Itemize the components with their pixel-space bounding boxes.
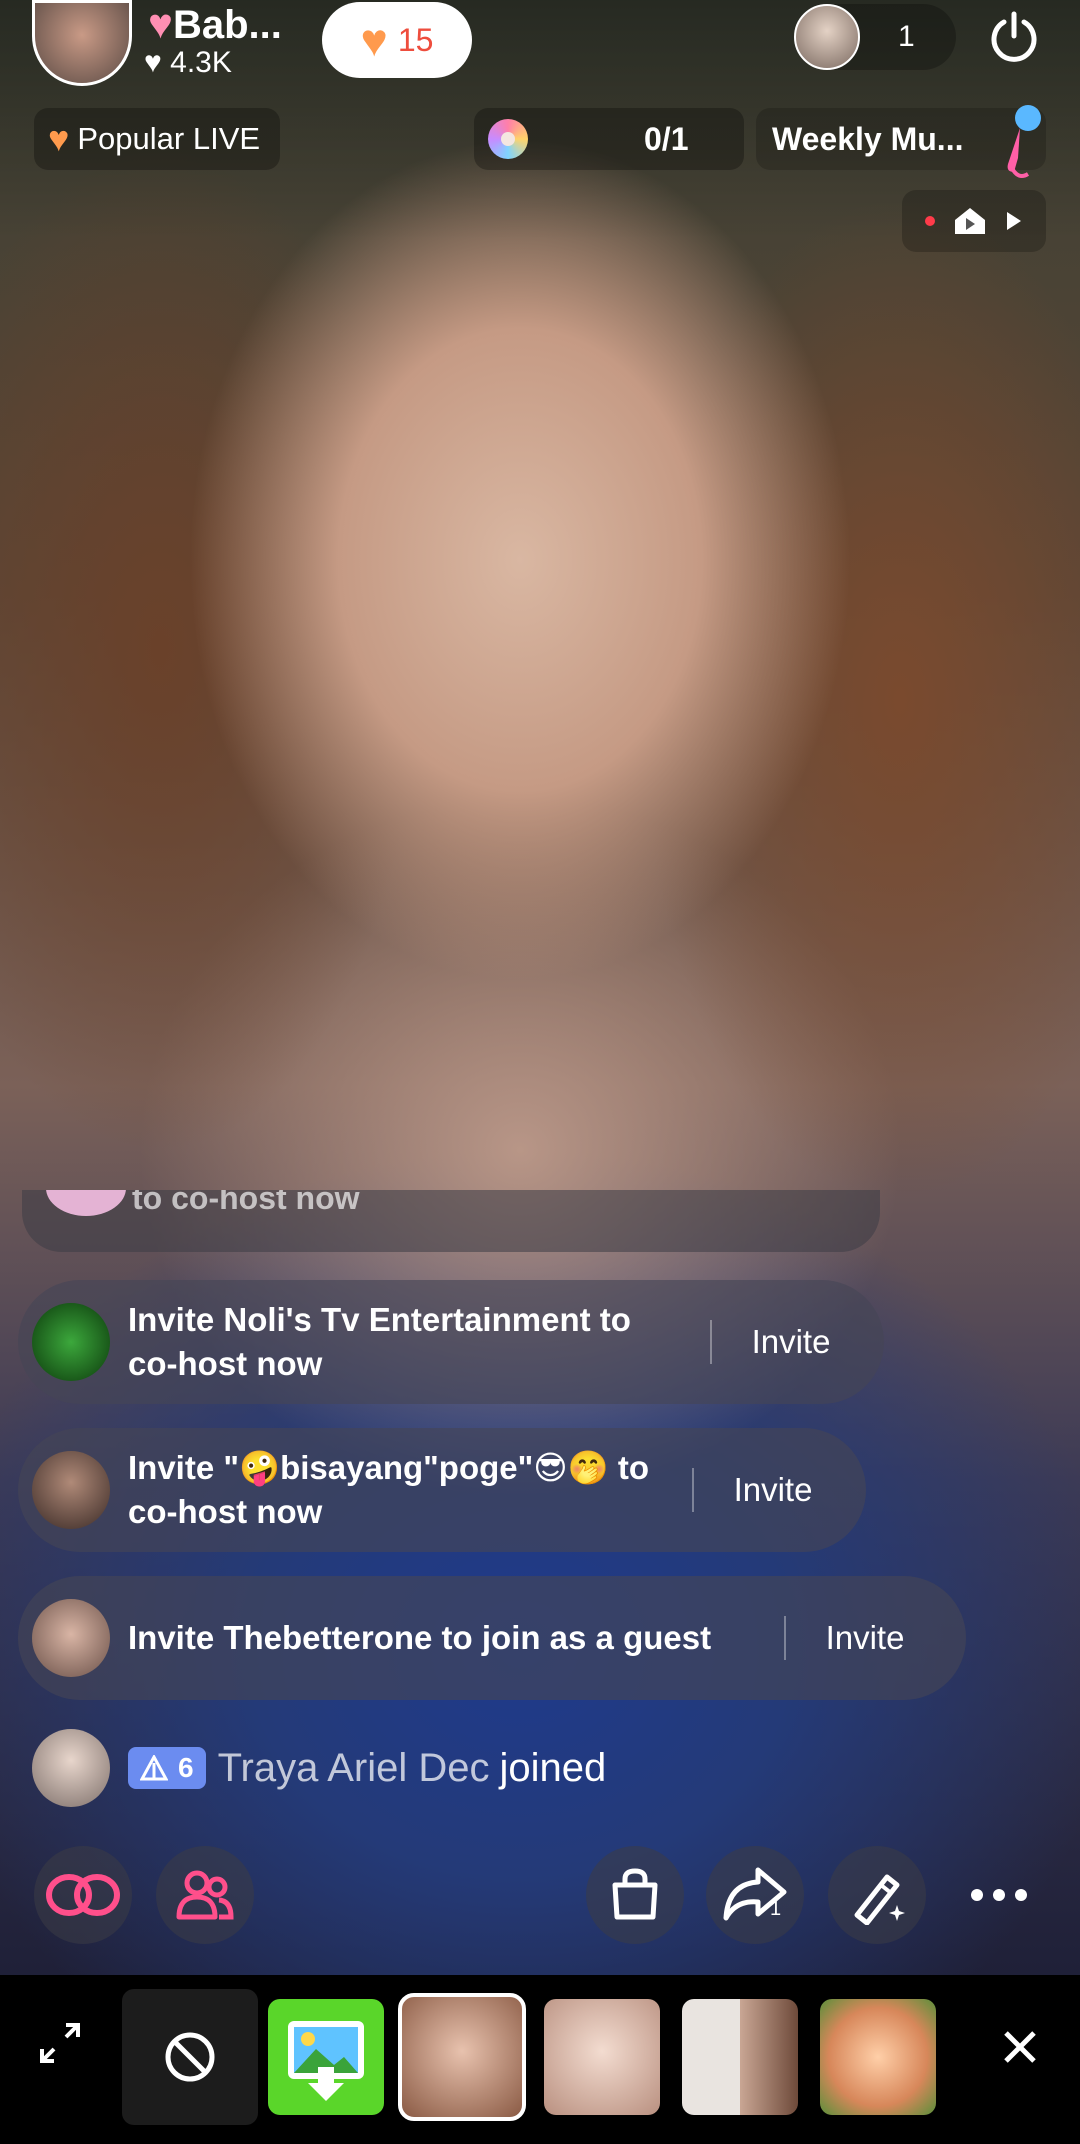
invitee-avatar (32, 1303, 110, 1381)
no-effect-button[interactable] (122, 1989, 258, 2125)
share-button[interactable]: 1 (706, 1846, 804, 1944)
donut-icon (488, 119, 528, 159)
link-button[interactable] (34, 1846, 132, 1944)
invite-button[interactable]: Invite (786, 1619, 944, 1657)
more-button[interactable] (950, 1846, 1048, 1944)
heart-icon: ♥ (360, 14, 388, 66)
link-icon (46, 1874, 120, 1916)
joined-user-avatar[interactable] (32, 1729, 110, 1807)
effect-beauty-selected[interactable] (398, 1993, 526, 2121)
goal-pill[interactable]: 0/1 (474, 108, 744, 170)
host-name[interactable]: ♥Bab... (148, 0, 282, 48)
record-icon (925, 216, 935, 226)
live-controls[interactable] (902, 190, 1046, 252)
power-icon[interactable] (986, 10, 1042, 66)
level-badge: 6 (128, 1747, 206, 1789)
effect-cartoon-baby[interactable] (820, 1999, 936, 2115)
viewer-avatar (794, 4, 860, 70)
follow-heart-button[interactable]: ♥ 15 (322, 2, 472, 78)
level-icon (140, 1755, 168, 1781)
effect-beauty-2[interactable] (544, 1999, 660, 2115)
people-icon (176, 1870, 234, 1920)
no-effect-icon (165, 2032, 215, 2082)
invitee-avatar (32, 1599, 110, 1677)
invitee-avatar (32, 1451, 110, 1529)
image-download-icon (288, 2021, 364, 2101)
mic-icon (1007, 105, 1041, 178)
heart-icon: ♥ (48, 118, 70, 159)
magic-wand-icon (854, 1874, 905, 1925)
shop-button[interactable] (586, 1846, 684, 1944)
viewer-pill[interactable]: 1 (794, 4, 956, 70)
expand-icon[interactable] (38, 2021, 82, 2065)
guests-button[interactable] (156, 1846, 254, 1944)
invite-row: Invite "🤪bisayang"poge"😎🤭 to co-host now… (18, 1428, 866, 1552)
weekly-ranking-pill[interactable]: Weekly Mu... (756, 105, 1046, 178)
effects-button[interactable] (828, 1846, 926, 1944)
joined-username[interactable]: Traya Ariel Dec (218, 1746, 490, 1791)
effects-tray (0, 1975, 1080, 2144)
popular-live-pill[interactable]: ♥ Popular LIVE (34, 108, 281, 170)
chat-faded-row: to co-host now (22, 1190, 880, 1252)
invite-button[interactable]: Invite (712, 1323, 870, 1361)
home-icon (955, 208, 985, 234)
close-icon[interactable] (1000, 2027, 1040, 2067)
joined-message: 6 Traya Ariel Dec joined (32, 1728, 606, 1808)
effect-skull-makeup[interactable] (682, 1999, 798, 2115)
play-icon (1007, 212, 1021, 230)
host-likes: ♥ 4.3K (144, 46, 232, 79)
effect-image-download[interactable] (268, 1999, 384, 2115)
shopping-bag-icon (612, 1868, 658, 1920)
pink-heart-icon: ♥ (148, 0, 173, 47)
invite-button[interactable]: Invite (694, 1471, 852, 1509)
more-icon (971, 1889, 1027, 1901)
invite-row: Invite Noli's Tv Entertainment to co-hos… (18, 1280, 884, 1404)
invite-row: Invite Thebetterone to join as a guest I… (18, 1576, 966, 1700)
